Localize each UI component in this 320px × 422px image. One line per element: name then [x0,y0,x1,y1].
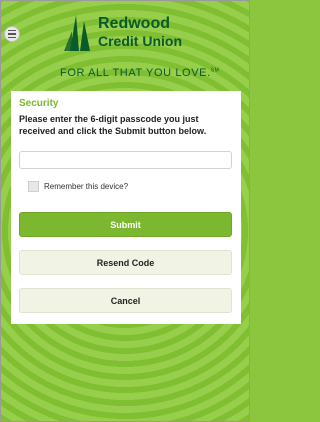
remember-device-row[interactable]: Remember this device? [28,181,128,192]
service-mark: SM [210,67,220,74]
brand-name-line1: Redwood [98,15,170,32]
brand-tagline: FOR ALL THAT YOU LOVE.SM [60,67,219,79]
tagline-text: FOR ALL THAT YOU LOVE. [60,67,211,79]
menu-button[interactable] [4,26,20,42]
section-title: Security [19,98,59,109]
resend-code-button[interactable]: Resend Code [19,250,232,275]
app-frame: Redwood Credit Union FOR ALL THAT YOU LO… [0,0,250,422]
cancel-button[interactable]: Cancel [19,288,232,313]
remember-device-checkbox[interactable] [28,181,39,192]
hamburger-icon-bar [8,36,16,39]
passcode-input[interactable] [19,151,232,169]
security-panel: Security Please enter the 6-digit passco… [11,91,241,324]
remember-device-label[interactable]: Remember this device? [44,182,128,191]
brand-name: Redwood Credit Union [98,15,182,49]
hamburger-icon-bar [8,33,16,35]
instructions-text: Please enter the 6-digit passcode you ju… [19,114,207,136]
submit-button[interactable]: Submit [19,212,232,237]
brand-logo: Redwood Credit Union [64,7,194,63]
redwood-tree-icon [64,15,90,51]
brand-name-line2: Credit Union [98,33,182,49]
hamburger-icon-bar [8,29,16,32]
